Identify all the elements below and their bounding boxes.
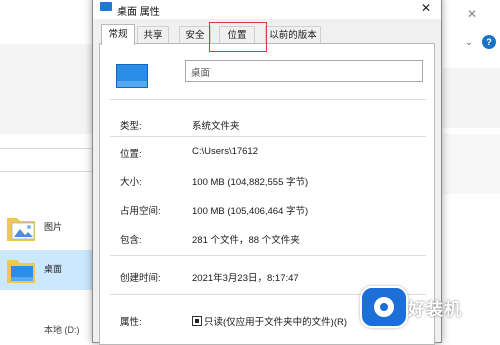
tab-security[interactable]: 安全 (179, 26, 211, 44)
created-label: 创建时间: (120, 273, 161, 284)
location-label: 位置: (120, 149, 142, 160)
divider (110, 136, 426, 137)
dialog-titlebar[interactable]: 桌面 属性 ✕ (93, 0, 441, 19)
size-label: 大小: (120, 177, 142, 188)
size-on-disk-label: 占用空间: (120, 206, 161, 217)
ribbon-area (0, 44, 92, 134)
folder-title-icon (100, 2, 112, 11)
contains-label: 包含: (120, 235, 142, 246)
attributes-label: 属性: (120, 317, 142, 328)
tab-sharing[interactable]: 共享 (137, 26, 169, 44)
desktop-folder-icon (7, 260, 35, 283)
type-value: 系统文件夹 (192, 121, 240, 132)
content-band (440, 134, 500, 194)
pictures-folder-icon (7, 218, 35, 241)
ribbon-band (440, 68, 500, 128)
tab-general[interactable]: 常规 (101, 24, 135, 45)
watermark-logo-icon (360, 286, 408, 328)
readonly-checkbox-label[interactable]: 只读(仅应用于文件夹中的文件)(R) (204, 314, 347, 328)
created-value: 2021年3月23日，8:17:47 (192, 273, 299, 284)
contains-value: 281 个文件，88 个文件夹 (192, 235, 300, 246)
readonly-checkbox[interactable] (192, 316, 202, 326)
nav-item-pictures[interactable]: 图片 (0, 208, 92, 248)
divider (110, 255, 426, 256)
dialog-close-icon[interactable]: ✕ (417, 0, 435, 16)
watermark-text: 好装机 (408, 300, 462, 319)
help-icon[interactable]: ? (482, 35, 496, 49)
nav-item-label: 图片 (44, 222, 63, 232)
folder-name-field[interactable]: 桌面 (185, 60, 423, 82)
dialog-title: 桌面 属性 (117, 7, 160, 18)
location-tab-highlight (209, 22, 267, 52)
nav-item-local-disk[interactable]: 本地 (D:) (44, 323, 80, 336)
nav-item-desktop[interactable]: 桌面 (0, 250, 92, 290)
divider (110, 99, 426, 100)
tab-previous-versions[interactable]: 以前的版本 (265, 26, 321, 44)
navigation-pane: 图片 桌面 本地 (D:) (0, 0, 92, 336)
watermark-pupil (380, 303, 388, 311)
address-bar[interactable] (0, 148, 92, 172)
tab-strip: 常规 共享 安全 位置 以前的版本 (93, 24, 441, 45)
desktop-folder-icon (116, 64, 148, 88)
size-value: 100 MB (104,882,555 字节) (192, 177, 309, 188)
size-on-disk-value: 100 MB (105,406,464 字节) (192, 206, 309, 217)
location-value: C:\Users\17612 (192, 146, 259, 157)
explorer-close-icon[interactable]: ✕ (465, 7, 479, 21)
nav-item-label: 桌面 (44, 264, 63, 274)
ribbon-expand-icon[interactable]: ⌄ (462, 36, 476, 50)
type-label: 类型: (120, 121, 142, 132)
